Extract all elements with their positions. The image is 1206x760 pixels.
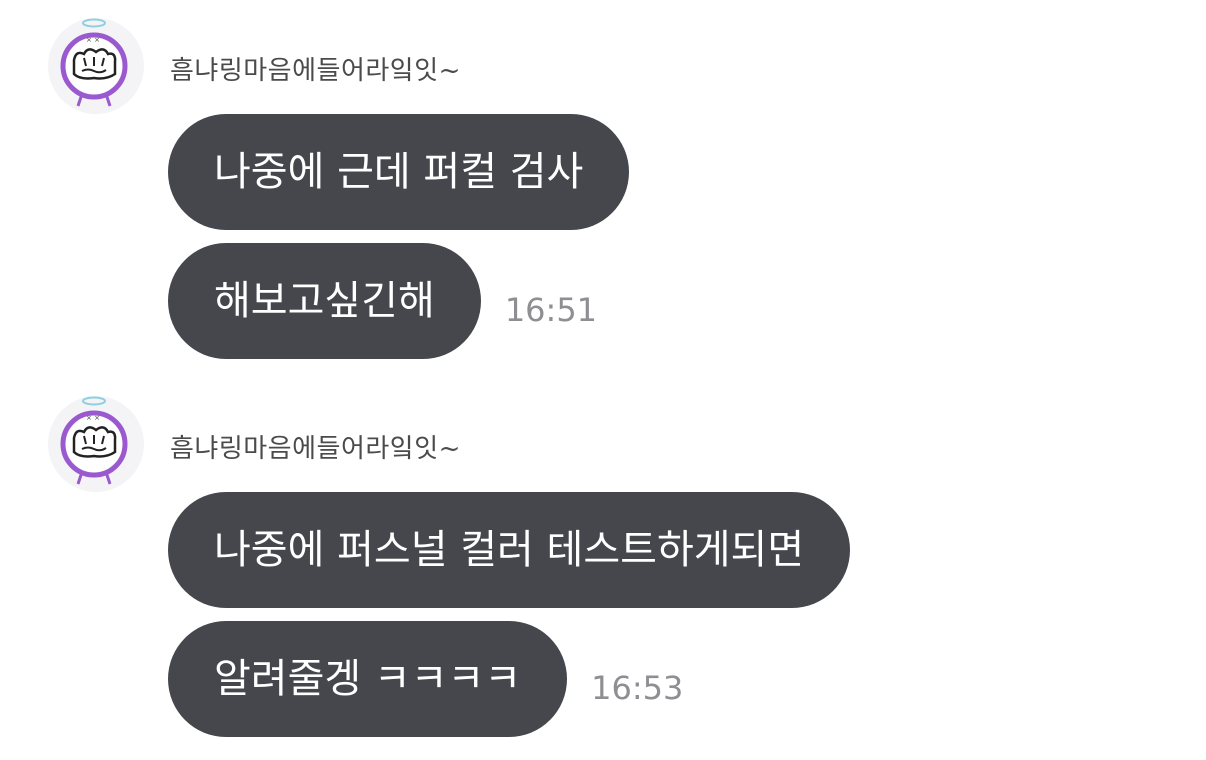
message-timestamp: 16:51: [504, 291, 598, 329]
message-bubble[interactable]: 해보고싶긴해: [168, 243, 481, 359]
message-bubble[interactable]: 알려줄겡 ㅋㅋㅋㅋ: [168, 621, 568, 737]
message-bubble[interactable]: 나중에 근데 퍼컬 검사: [168, 114, 630, 230]
chat-transcript: × × 흠냐링마음에들어라잌잇~ 나중에 근데 퍼컬 검사 해보고싶긴해 16:…: [0, 0, 1206, 760]
sender-name: 흠냐링마음에들어라잌잇~: [170, 434, 461, 464]
message-timestamp: 16:53: [591, 669, 684, 707]
svg-text:× ×: × ×: [86, 414, 100, 422]
message-row: 나중에 퍼스널 컬러 테스트하게되면: [168, 492, 851, 608]
svg-text:× ×: × ×: [86, 36, 100, 44]
cartoon-avatar-icon[interactable]: × ×: [46, 392, 146, 492]
sender-name: 흠냐링마음에들어라잌잇~: [170, 56, 461, 86]
message-row: 해보고싶긴해 16:51: [168, 243, 597, 359]
message-row: 나중에 근데 퍼컬 검사: [168, 114, 630, 230]
cartoon-avatar-icon[interactable]: × ×: [46, 14, 146, 114]
message-bubble[interactable]: 나중에 퍼스널 컬러 테스트하게되면: [168, 492, 851, 608]
message-row: 알려줄겡 ㅋㅋㅋㅋ 16:53: [168, 621, 683, 737]
